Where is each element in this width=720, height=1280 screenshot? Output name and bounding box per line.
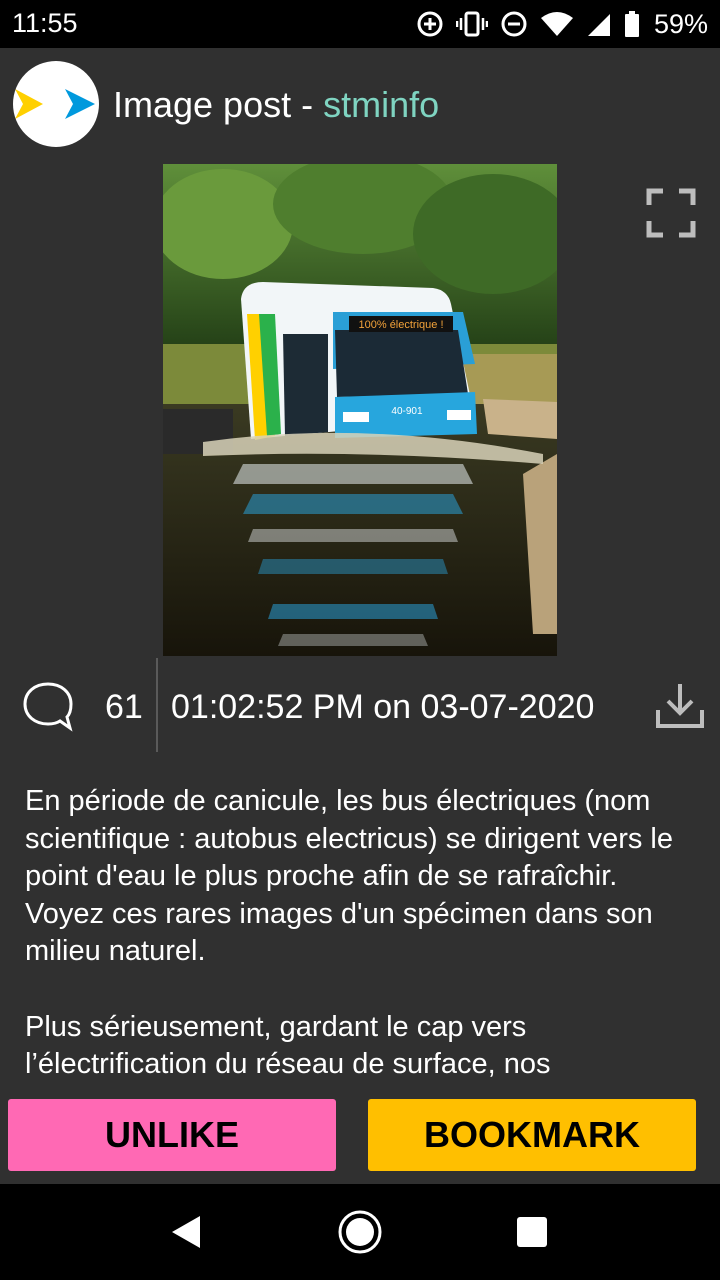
header-title: Image post - stminfo bbox=[113, 84, 439, 126]
status-icons: 59% bbox=[416, 6, 708, 42]
vibrate-icon bbox=[455, 11, 488, 37]
battery-percent: 59% bbox=[653, 8, 708, 39]
description-paragraph-2: Plus sérieusement, gardant le cap vers l… bbox=[25, 1010, 551, 1081]
signal-icon bbox=[587, 14, 610, 36]
recent-apps-icon[interactable] bbox=[516, 1216, 548, 1248]
post-meta-row: 61 01:02:52 PM on 03-07-2020 bbox=[0, 658, 720, 754]
bus-photo: 100% électrique ! 40-901 bbox=[163, 164, 557, 656]
avatar[interactable] bbox=[13, 61, 99, 147]
download-icon bbox=[656, 684, 704, 728]
wifi-icon bbox=[540, 12, 573, 36]
arrows-logo-icon bbox=[15, 89, 95, 119]
fullscreen-icon bbox=[646, 188, 696, 238]
status-bar: 11:55 59% bbox=[0, 0, 720, 48]
download-button[interactable] bbox=[654, 680, 706, 732]
post-description: En période de canicule, les bus électriq… bbox=[25, 783, 700, 1083]
bookmark-button[interactable]: BOOKMARK bbox=[368, 1099, 696, 1171]
fullscreen-button[interactable] bbox=[646, 188, 696, 238]
do-not-disturb-icon bbox=[501, 11, 527, 37]
comment-bubble-icon bbox=[23, 682, 73, 732]
comments-button[interactable] bbox=[22, 680, 74, 732]
post-image[interactable]: 100% électrique ! 40-901 bbox=[163, 164, 557, 656]
back-icon[interactable] bbox=[168, 1212, 204, 1252]
meta-divider bbox=[156, 658, 158, 752]
system-nav-bar bbox=[0, 1184, 720, 1280]
post-timestamp: 01:02:52 PM on 03-07-2020 bbox=[171, 688, 595, 726]
description-paragraph-1: En période de canicule, les bus électriq… bbox=[25, 785, 673, 967]
bus-number: 40-901 bbox=[391, 406, 423, 417]
post-header: Image post - stminfo bbox=[0, 48, 720, 160]
home-icon[interactable] bbox=[336, 1208, 384, 1256]
status-time: 11:55 bbox=[12, 8, 78, 38]
header-username[interactable]: stminfo bbox=[323, 84, 439, 125]
unlike-button[interactable]: UNLIKE bbox=[8, 1099, 336, 1171]
battery-icon bbox=[624, 11, 639, 37]
bus-sign: 100% électrique ! bbox=[359, 319, 444, 331]
data-saver-icon bbox=[417, 11, 443, 37]
header-title-prefix: Image post - bbox=[113, 84, 324, 125]
comment-count: 61 bbox=[105, 688, 143, 726]
